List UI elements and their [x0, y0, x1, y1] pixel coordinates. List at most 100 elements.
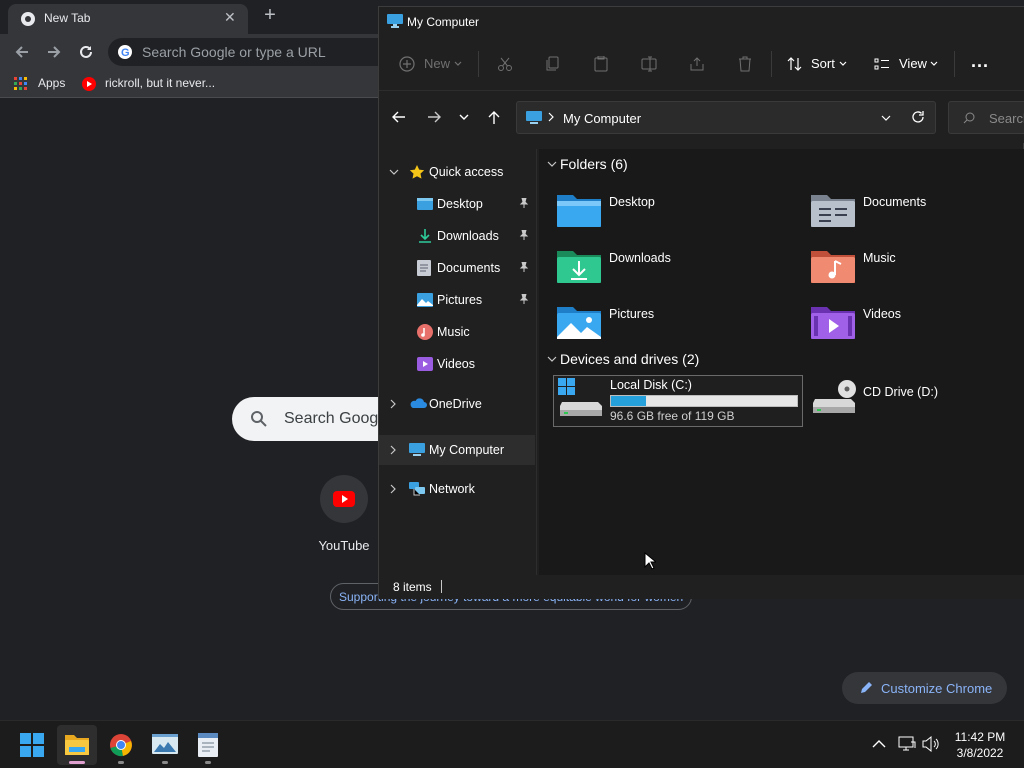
chevron-right-icon[interactable] — [389, 484, 397, 494]
explorer-search-box[interactable]: Search — [948, 101, 1024, 134]
share-icon[interactable] — [689, 56, 705, 72]
downloads-folder-icon — [557, 247, 601, 283]
running-indicator — [118, 761, 124, 764]
folders-group-header[interactable]: Folders (6) — [560, 156, 628, 172]
view-button[interactable]: View — [899, 56, 927, 71]
taskbar-file-explorer[interactable] — [57, 725, 97, 765]
nav-item-pictures[interactable]: Pictures — [379, 286, 535, 314]
sort-icon — [787, 56, 803, 72]
chrome-back-icon[interactable] — [13, 43, 31, 61]
drive-name: CD Drive (D:) — [863, 385, 938, 399]
chevron-down-icon — [454, 61, 462, 67]
computer-icon — [526, 111, 542, 125]
address-path[interactable]: My Computer — [563, 111, 641, 126]
pin-icon[interactable] — [519, 294, 529, 304]
nav-item-onedrive[interactable]: OneDrive — [379, 390, 535, 418]
chevron-down-icon[interactable] — [389, 168, 399, 176]
breadcrumb-chevron-icon — [547, 111, 555, 123]
sort-button[interactable]: Sort — [811, 56, 835, 71]
new-button[interactable]: New — [424, 56, 450, 71]
computer-icon — [387, 14, 403, 28]
clock-date[interactable]: 3/8/2022 — [950, 746, 1010, 760]
folder-tile-music[interactable]: Music — [811, 243, 1024, 293]
drive-name: Local Disk (C:) — [610, 378, 692, 392]
ntp-shortcut-youtube[interactable] — [320, 475, 368, 523]
chevron-right-icon[interactable] — [389, 445, 397, 455]
taskbar: 11:42 PM 3/8/2022 — [0, 720, 1024, 768]
show-hidden-icons-chevron-icon[interactable] — [872, 739, 886, 749]
nav-item-label: Videos — [437, 357, 475, 371]
youtube-icon — [81, 77, 97, 91]
mouse-cursor-icon — [644, 552, 656, 570]
address-dropdown-icon[interactable] — [881, 114, 891, 122]
chevron-down-icon — [930, 61, 938, 67]
nav-item-label: Documents — [437, 261, 501, 275]
rename-icon[interactable] — [641, 56, 657, 72]
volume-icon[interactable] — [922, 736, 940, 752]
chevron-down-icon[interactable] — [547, 160, 557, 168]
chevron-right-icon[interactable] — [389, 399, 397, 409]
forward-icon[interactable] — [426, 109, 442, 125]
drives-group-header[interactable]: Devices and drives (2) — [560, 351, 699, 367]
refresh-icon[interactable] — [911, 110, 925, 124]
drive-usage-bar — [610, 395, 798, 407]
desktop-folder-icon — [557, 191, 601, 227]
bookmark-apps[interactable]: Apps — [38, 76, 65, 90]
cut-icon[interactable] — [497, 56, 513, 72]
explorer-search-placeholder: Search — [989, 111, 1024, 126]
nav-item-desktop[interactable]: Desktop — [379, 190, 535, 218]
back-icon[interactable] — [391, 109, 407, 125]
document-icon — [198, 733, 218, 757]
paste-icon[interactable] — [593, 56, 609, 72]
nav-item-my-computer[interactable]: My Computer — [379, 435, 535, 465]
photos-icon — [152, 734, 178, 756]
clock-time[interactable]: 11:42 PM — [950, 730, 1010, 744]
delete-icon[interactable] — [737, 56, 753, 72]
address-bar[interactable]: My Computer — [516, 101, 936, 134]
chrome-icon — [109, 733, 133, 757]
taskbar-document-app[interactable] — [188, 725, 228, 765]
chrome-tab[interactable]: New Tab ✕ — [8, 4, 248, 34]
chrome-omnibox[interactable]: G Search Google or type a URL — [108, 38, 408, 66]
network-status-icon[interactable] — [898, 736, 916, 752]
nav-item-network[interactable]: Network — [379, 475, 535, 503]
pin-icon[interactable] — [519, 198, 529, 208]
folder-tile-desktop[interactable]: Desktop — [557, 187, 797, 237]
command-separator — [954, 51, 955, 77]
pin-icon[interactable] — [519, 262, 529, 272]
chrome-new-tab-button[interactable]: + — [260, 4, 280, 27]
recent-locations-chevron-icon[interactable] — [459, 113, 469, 121]
copy-icon[interactable] — [545, 56, 561, 72]
folder-tile-documents[interactable]: Documents — [811, 187, 1024, 237]
nav-item-quick-access[interactable]: Quick access — [379, 158, 535, 186]
taskbar-chrome[interactable] — [101, 725, 141, 765]
content-pane: Folders (6) Desktop Documents Downloads … — [539, 149, 1024, 575]
folder-tile-videos[interactable]: Videos — [811, 299, 1024, 349]
bookmark-rickroll[interactable]: rickroll, but it never... — [105, 76, 215, 90]
pin-icon[interactable] — [519, 230, 529, 240]
folder-tile-downloads[interactable]: Downloads — [557, 243, 797, 293]
customize-chrome-button[interactable]: Customize Chrome — [842, 672, 1007, 704]
drive-tile-local-disk-c[interactable]: Local Disk (C:) 96.6 GB free of 119 GB — [553, 375, 803, 427]
chrome-tab-favicon-icon — [20, 11, 36, 27]
youtube-icon — [333, 490, 355, 508]
chrome-tab-close-icon[interactable]: ✕ — [224, 9, 236, 26]
drive-tile-cd-drive-d[interactable]: CD Drive (D:) — [811, 377, 1011, 417]
nav-item-videos[interactable]: Videos — [379, 350, 535, 378]
folder-tile-pictures[interactable]: Pictures — [557, 299, 797, 349]
videos-folder-icon — [811, 303, 855, 339]
nav-item-downloads[interactable]: Downloads — [379, 222, 535, 250]
up-icon[interactable] — [486, 109, 502, 125]
nav-item-documents[interactable]: Documents — [379, 254, 535, 282]
chevron-down-icon[interactable] — [547, 355, 557, 363]
chrome-forward-icon[interactable] — [45, 43, 63, 61]
folder-tile-label: Documents — [863, 195, 927, 209]
more-options-button[interactable]: ... — [971, 51, 989, 72]
explorer-titlebar[interactable]: My Computer — [379, 7, 1024, 37]
chrome-reload-icon[interactable] — [77, 43, 95, 61]
start-button[interactable] — [12, 725, 52, 765]
nav-item-label: Downloads — [437, 229, 499, 243]
music-folder-icon — [811, 247, 855, 283]
nav-item-music[interactable]: Music — [379, 318, 535, 346]
taskbar-photos-app[interactable] — [145, 725, 185, 765]
